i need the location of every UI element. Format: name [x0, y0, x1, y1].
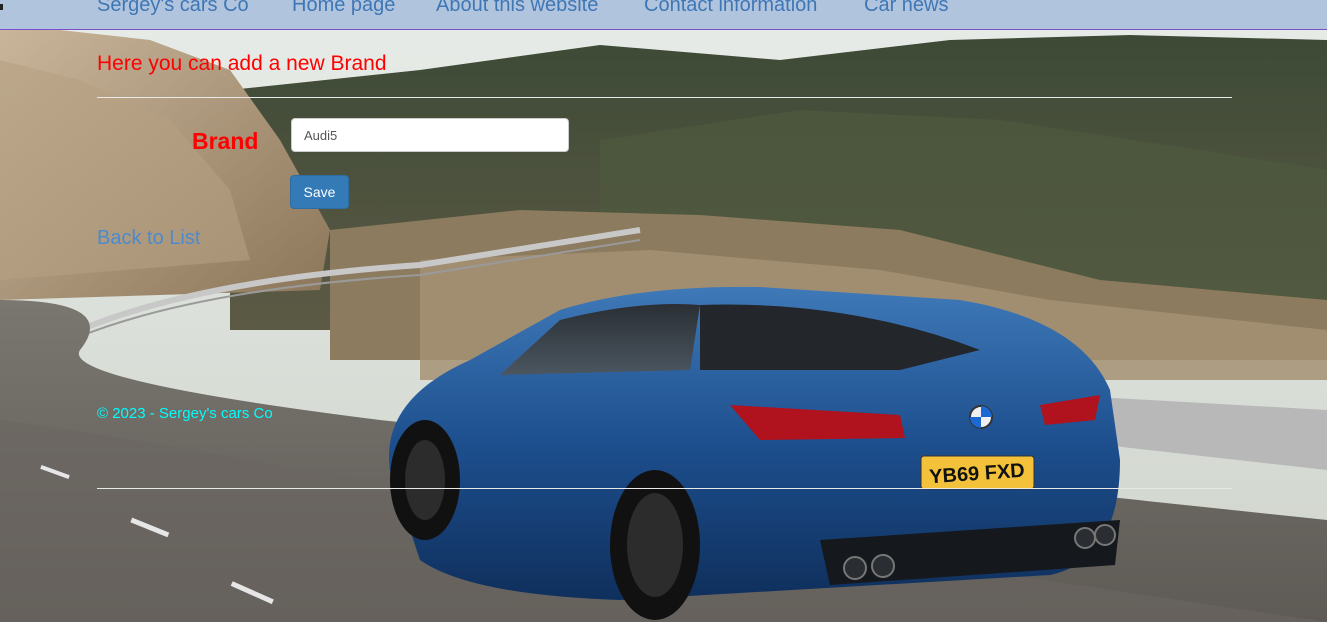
back-to-list-link[interactable]: Back to List	[97, 227, 200, 250]
footer-copyright: © 2023 - Sergey's cars Co	[97, 405, 273, 422]
main-content: Here you can add a new Brand Brand Save …	[0, 0, 1327, 622]
nav-link-contact[interactable]: Contact information	[644, 0, 817, 17]
nav-link-car-news[interactable]: Car news	[864, 0, 948, 17]
brand-input[interactable]	[291, 118, 569, 152]
navbar-brand-link[interactable]: Sergey's cars Co	[97, 0, 249, 17]
top-navbar: Sergey's cars Co Home page About this we…	[0, 0, 1327, 30]
page-title: Here you can add a new Brand	[97, 52, 387, 75]
save-button[interactable]: Save	[290, 175, 349, 209]
top-divider	[97, 97, 1232, 98]
nav-link-home[interactable]: Home page	[292, 0, 395, 17]
cursor-icon	[0, 4, 3, 10]
nav-link-about[interactable]: About this website	[436, 0, 598, 17]
footer-divider	[97, 488, 1232, 489]
brand-field-label: Brand	[192, 128, 259, 154]
